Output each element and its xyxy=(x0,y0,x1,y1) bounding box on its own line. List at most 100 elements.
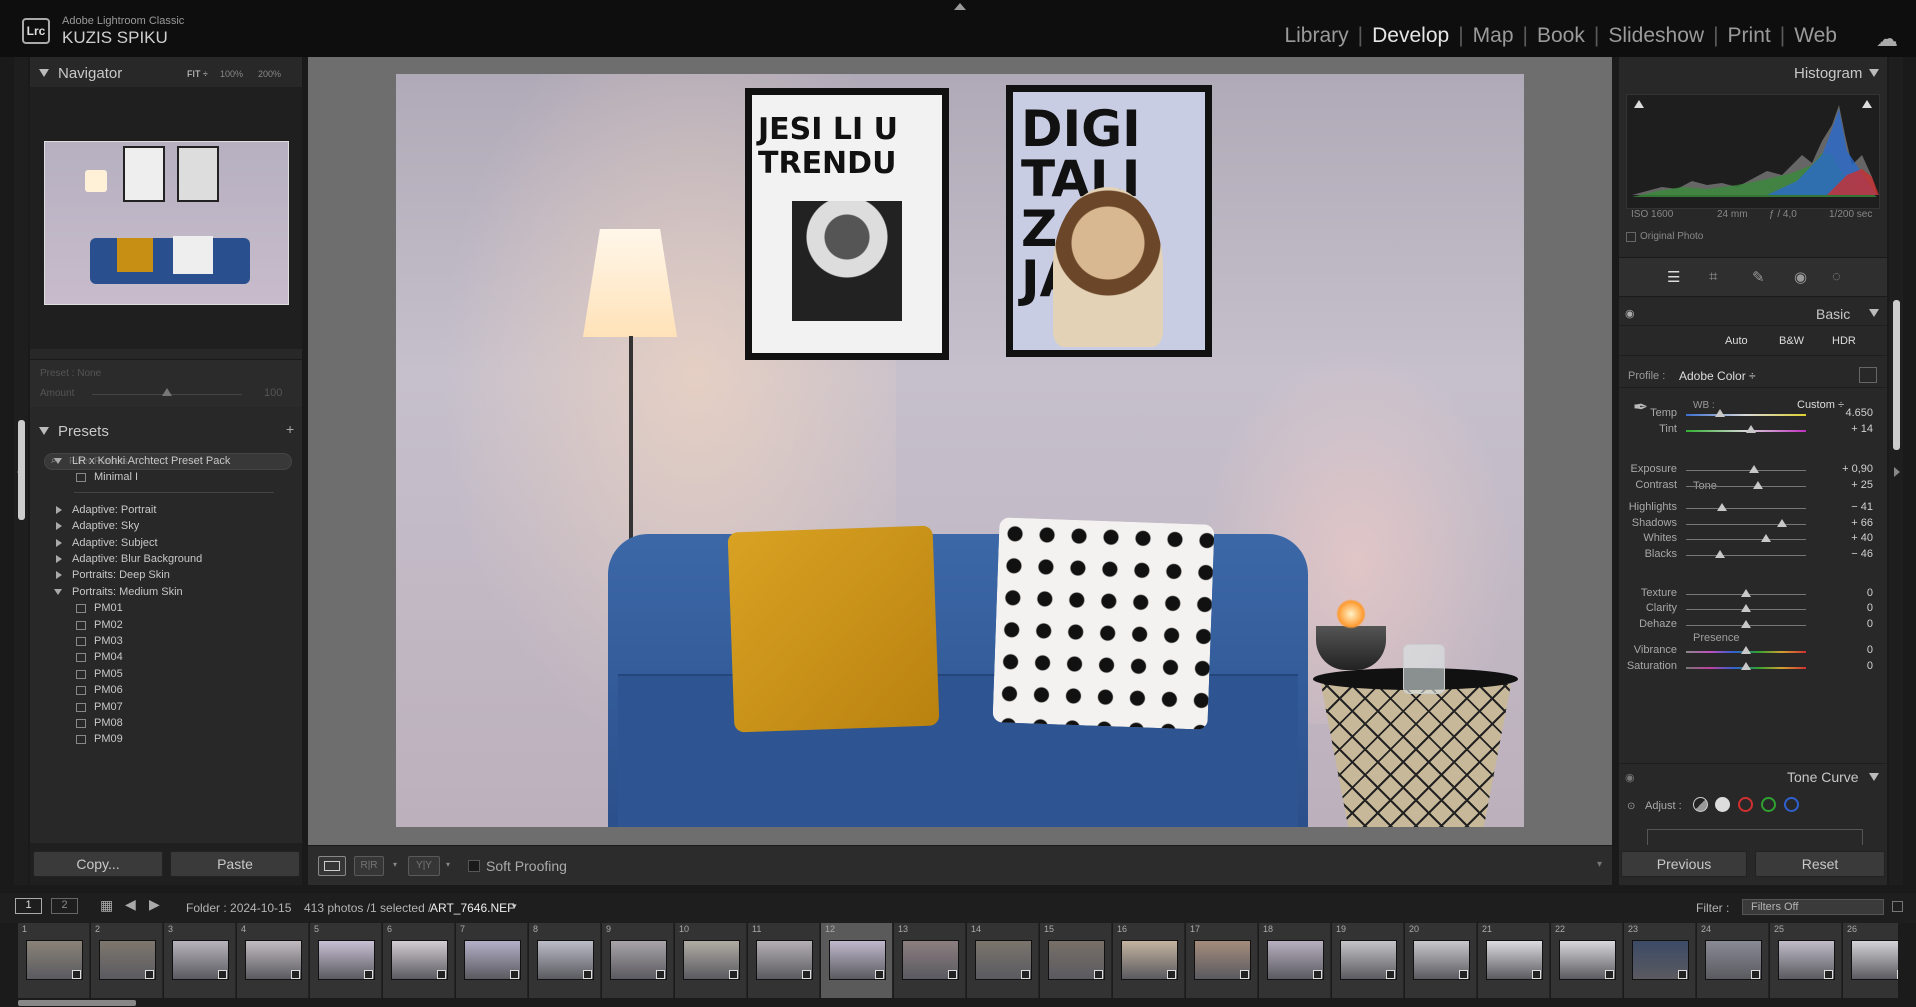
filmstrip-cell[interactable]: 13 xyxy=(894,923,966,998)
module-book[interactable]: Book xyxy=(1528,24,1594,48)
filmstrip-cell[interactable]: 7 xyxy=(456,923,528,998)
slider-value-vibrance[interactable]: 0 xyxy=(1823,644,1873,656)
hdr-button[interactable]: HDR xyxy=(1832,335,1856,347)
point-curve-green-icon[interactable] xyxy=(1761,797,1776,812)
left-panel-scrollbar[interactable] xyxy=(18,420,25,520)
collapsed-triangle-icon[interactable] xyxy=(56,539,62,547)
preset-item[interactable]: PM09 xyxy=(30,732,302,748)
presets-collapse-icon[interactable] xyxy=(39,427,49,435)
expanded-triangle-icon[interactable] xyxy=(54,589,62,595)
filmstrip-cell[interactable]: 8 xyxy=(529,923,601,998)
toolbar-content-dropdown-icon[interactable]: ▾ xyxy=(1597,859,1602,870)
original-photo-checkbox[interactable] xyxy=(1626,232,1636,242)
before-after-tb-button[interactable]: Y|Y xyxy=(408,856,440,876)
before-after-dropdown-icon[interactable]: ▾ xyxy=(393,860,397,869)
zoom-fit[interactable]: FIT ÷ xyxy=(187,69,208,79)
navigator-preview[interactable] xyxy=(30,87,302,349)
preset-group[interactable]: Adaptive: Blur Background xyxy=(30,552,302,568)
preset-group[interactable]: Adaptive: Portrait xyxy=(30,503,302,519)
edit-sliders-icon[interactable]: ☰ xyxy=(1667,268,1680,286)
filmstrip-cell[interactable]: 18 xyxy=(1259,923,1331,998)
module-library[interactable]: Library xyxy=(1275,24,1357,48)
before-after-tb-dropdown-icon[interactable]: ▾ xyxy=(446,860,450,869)
histogram-chart[interactable] xyxy=(1626,94,1880,209)
preset-item[interactable]: PM05 xyxy=(30,667,302,683)
target-adjust-icon[interactable]: ⊙ xyxy=(1627,801,1635,812)
filmstrip-cell[interactable]: 19 xyxy=(1332,923,1404,998)
preset-item[interactable]: PM08 xyxy=(30,716,302,732)
cloud-icon[interactable]: ☁ xyxy=(1876,26,1898,52)
filmstrip-cell[interactable]: 22 xyxy=(1551,923,1623,998)
slider-knob-whites[interactable] xyxy=(1761,534,1772,542)
preset-item[interactable]: PM07 xyxy=(30,700,302,716)
tone-curve-graph[interactable] xyxy=(1647,829,1863,845)
module-map[interactable]: Map xyxy=(1464,24,1523,48)
slider-knob-temp[interactable] xyxy=(1714,409,1725,417)
right-panel-scrollbar[interactable] xyxy=(1893,300,1900,450)
forward-arrow-icon[interactable]: ▶ xyxy=(149,896,160,913)
preset-item[interactable]: PM06 xyxy=(30,683,302,699)
folder-label[interactable]: Folder : 2024-10-15 xyxy=(186,901,291,915)
red-eye-icon[interactable]: ◉ xyxy=(1794,268,1807,286)
filmstrip-cell[interactable]: 26 xyxy=(1843,923,1898,998)
basic-collapse-icon[interactable] xyxy=(1869,309,1879,317)
filmstrip-cell[interactable]: 5 xyxy=(310,923,382,998)
filter-lock-icon[interactable] xyxy=(1892,901,1903,912)
filmstrip-cell[interactable]: 21 xyxy=(1478,923,1550,998)
filmstrip-cell[interactable]: 10 xyxy=(675,923,747,998)
auto-button[interactable]: Auto xyxy=(1725,335,1748,347)
back-arrow-icon[interactable]: ◀ xyxy=(125,896,136,913)
reset-button[interactable]: Reset xyxy=(1755,851,1885,877)
slider-value-blacks[interactable]: − 46 xyxy=(1823,548,1873,560)
collapsed-triangle-icon[interactable] xyxy=(56,555,62,563)
expanded-triangle-icon[interactable] xyxy=(54,458,62,464)
grid-view-icon[interactable]: ▦ xyxy=(100,897,113,914)
slider-knob-tint[interactable] xyxy=(1745,425,1756,433)
filter-dropdown[interactable]: Filters Off xyxy=(1742,899,1884,915)
slider-value-shadows[interactable]: + 66 xyxy=(1823,517,1873,529)
right-edge[interactable] xyxy=(1889,57,1903,885)
collapse-top-panel-icon[interactable] xyxy=(954,3,966,10)
collapsed-triangle-icon[interactable] xyxy=(56,522,62,530)
preset-item[interactable]: PM02 xyxy=(30,618,302,634)
slider-knob-vibrance[interactable] xyxy=(1741,646,1751,654)
tone-curve-collapse-icon[interactable] xyxy=(1869,773,1879,781)
slider-value-tint[interactable]: + 14 xyxy=(1823,423,1873,435)
slider-track-contrast[interactable] xyxy=(1686,486,1806,487)
filmstrip-cell[interactable]: 3 xyxy=(164,923,236,998)
basic-visibility-icon[interactable]: ◉ xyxy=(1625,307,1635,320)
filmstrip-cell[interactable]: 17 xyxy=(1186,923,1258,998)
preset-group[interactable]: Portraits: Deep Skin xyxy=(30,568,302,584)
selected-filename[interactable]: ART_7646.NEF xyxy=(430,901,515,915)
slider-value-temp[interactable]: 4.650 xyxy=(1823,407,1873,419)
slider-track-temp[interactable] xyxy=(1686,414,1806,416)
preset-group[interactable]: LR x Kohki Archtect Preset Pack xyxy=(30,454,302,470)
preset-item[interactable]: PM04 xyxy=(30,650,302,666)
module-develop[interactable]: Develop xyxy=(1363,24,1458,48)
filmstrip-cell[interactable]: 24 xyxy=(1697,923,1769,998)
preset-group[interactable]: Adaptive: Sky xyxy=(30,519,302,535)
module-print[interactable]: Print xyxy=(1719,24,1780,48)
slider-knob-texture[interactable] xyxy=(1741,589,1751,597)
filmstrip-cell[interactable]: 2 xyxy=(91,923,163,998)
preset-group[interactable]: Portraits: Medium Skin xyxy=(30,585,302,601)
slider-value-dehaze[interactable]: 0 xyxy=(1823,618,1873,630)
filmstrip-cell[interactable]: 6 xyxy=(383,923,455,998)
filmstrip-cell[interactable]: 23 xyxy=(1624,923,1696,998)
filmstrip-cell[interactable]: 25 xyxy=(1770,923,1842,998)
collapsed-triangle-icon[interactable] xyxy=(56,506,62,514)
previous-button[interactable]: Previous xyxy=(1621,851,1747,877)
main-photo[interactable]: JESI LI U TRENDU DIGI TALI ZACI JA? xyxy=(396,74,1524,827)
module-web[interactable]: Web xyxy=(1785,24,1846,48)
bw-button[interactable]: B&W xyxy=(1779,335,1804,347)
filmstrip-cell[interactable]: 11 xyxy=(748,923,820,998)
point-curve-blue-icon[interactable] xyxy=(1784,797,1799,812)
slider-track-shadows[interactable] xyxy=(1686,524,1806,525)
filmstrip-cell[interactable]: 14 xyxy=(967,923,1039,998)
shadow-clipping-icon[interactable] xyxy=(1634,100,1644,108)
slider-value-saturation[interactable]: 0 xyxy=(1823,660,1873,672)
filename-dropdown-icon[interactable]: ▾ xyxy=(512,901,517,912)
filmstrip-cell[interactable]: 4 xyxy=(237,923,309,998)
masking-icon[interactable]: ◌ xyxy=(1832,268,1841,285)
profile-dropdown[interactable]: Adobe Color ÷ xyxy=(1679,369,1756,383)
